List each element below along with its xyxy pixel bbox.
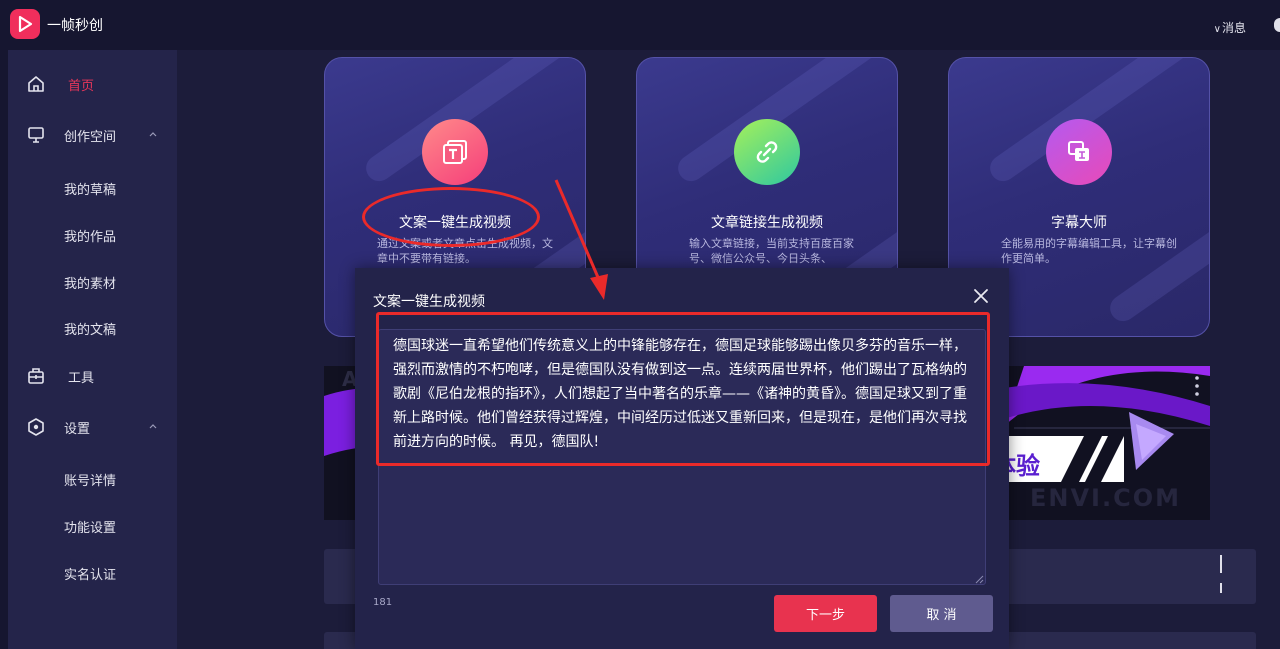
app-logo[interactable] [10, 9, 40, 39]
app-title: 一帧秒创 [47, 18, 103, 34]
card-title: 文案一键生成视频 [399, 215, 511, 231]
sidebar-item-works[interactable]: 我的作品 [64, 226, 116, 245]
sidebar-item-verification[interactable]: 实名认证 [64, 564, 116, 583]
resize-grip-icon[interactable] [974, 574, 984, 584]
cancel-button[interactable]: 取 消 [890, 595, 993, 632]
sidebar-item-drafts[interactable]: 我的草稿 [64, 179, 116, 198]
sidebar-item-label: 首页 [68, 78, 95, 94]
toolbox-icon [28, 368, 44, 384]
sidebar-item-feature-settings[interactable]: 功能设置 [64, 517, 116, 536]
chevron-up-icon [149, 424, 157, 429]
card-title: 文章链接生成视频 [711, 215, 823, 231]
copy-text-input[interactable]: 德国球迷一直希望他们传统意义上的中锋能够存在，德国足球能够踢出像贝多芬的音乐一样… [378, 329, 986, 585]
monitor-icon [28, 127, 44, 143]
dialog-title: 文案一键生成视频 [373, 294, 485, 310]
settings-hexagon-icon [28, 418, 44, 436]
card-description: 通过文案或者文章点击生成视频，文章中不要带有链接。 [377, 237, 553, 265]
messages-menu[interactable]: ∨消息 [1214, 19, 1246, 36]
text-t-icon [443, 140, 467, 164]
chevron-down-icon: ∨ [1213, 24, 1221, 35]
card-icon-circle [734, 119, 800, 185]
card-icon-circle [422, 119, 488, 185]
card-icon-circle [1046, 119, 1112, 185]
sidebar-item-settings[interactable]: 设置 [8, 412, 177, 442]
sidebar-item-creation-space[interactable]: 创作空间 [8, 120, 177, 150]
sidebar-item-label: 创作空间 [64, 129, 117, 145]
sidebar-item-materials[interactable]: 我的素材 [64, 273, 116, 292]
chevron-up-icon [149, 132, 157, 137]
card-title: 字幕大师 [1051, 215, 1107, 231]
sidebar-item-label: 工具 [68, 370, 95, 386]
home-icon [28, 76, 44, 92]
next-step-button[interactable]: 下一步 [774, 595, 877, 632]
link-icon [756, 141, 778, 163]
text-to-video-dialog: 文案一键生成视频 德国球迷一直希望他们传统意义上的中锋能够存在，德国足球能够踢出… [355, 268, 1009, 649]
sidebar-item-tools[interactable]: 工具 [8, 361, 177, 391]
top-bar: 一帧秒创 ∨消息 [0, 0, 1280, 50]
subtitle-icon [1068, 141, 1089, 161]
sidebar-item-manuscripts[interactable]: 我的文稿 [64, 319, 116, 338]
char-counter: 181 [373, 597, 393, 608]
messages-label: 消息 [1221, 21, 1246, 35]
sidebar-item-account[interactable]: 账号详情 [64, 470, 116, 489]
sidebar: 首页 创作空间 我的草稿 我的作品 我的素材 我的文稿 工具 设置 账号详情 功… [0, 50, 177, 649]
card-description: 输入文章链接，当前支持百度百家号、微信公众号、今日头条、 [689, 237, 854, 265]
close-icon[interactable] [972, 287, 990, 305]
banner-watermark: ENVI.COM [1030, 484, 1181, 512]
play-logo-icon [18, 15, 33, 33]
avatar[interactable] [1274, 18, 1280, 32]
sidebar-item-home[interactable]: 首页 [8, 69, 177, 99]
sidebar-item-label: 设置 [64, 421, 91, 437]
card-description: 全能易用的字幕编辑工具，让字幕创作更简单。 [1001, 237, 1177, 265]
